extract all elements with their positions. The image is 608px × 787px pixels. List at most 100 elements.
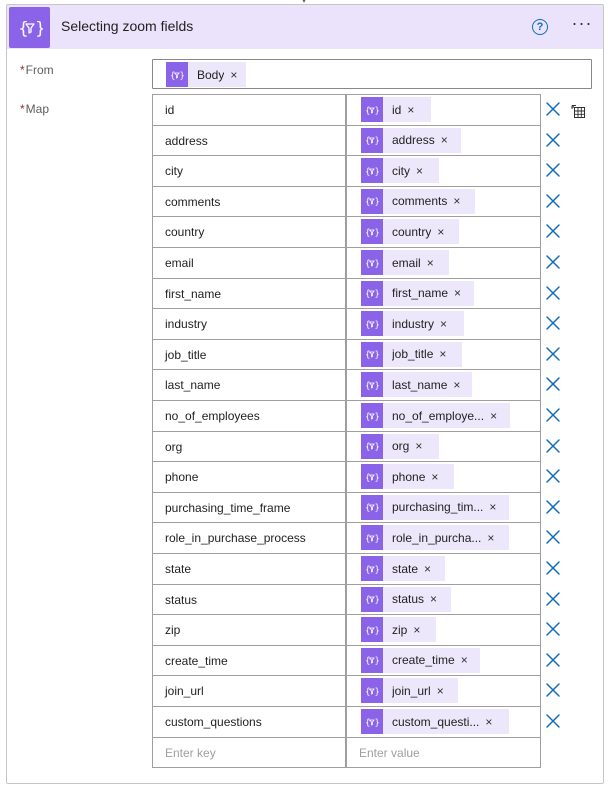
remove-token-icon[interactable]: × [485,715,492,729]
delete-row-icon[interactable] [544,161,562,179]
map-value-token[interactable]: {} custom_questi... × [361,709,509,734]
new-value-input[interactable]: Enter value [346,736,541,768]
map-value-input[interactable]: {} role_in_purcha... × [346,522,541,554]
map-value-token[interactable]: {} industry × [361,311,464,337]
map-value-token[interactable]: {} email × [361,250,449,275]
remove-token-icon[interactable]: × [454,286,461,300]
remove-token-icon[interactable]: × [437,225,444,239]
map-value-token[interactable]: {} id × [361,97,431,122]
remove-token-icon[interactable]: × [407,103,414,117]
delete-row-icon[interactable] [544,498,562,516]
map-value-token[interactable]: {} create_time × [361,647,480,673]
map-key-input[interactable]: job_title [152,338,346,370]
map-value-token[interactable]: {} job_title × [361,341,462,367]
map-value-input[interactable]: {} id × [346,94,541,125]
delete-row-icon[interactable] [544,375,562,393]
map-value-input[interactable]: {} comments × [346,185,541,217]
map-key-input[interactable]: address [152,124,346,156]
map-value-input[interactable]: {} job_title × [346,338,541,370]
map-value-token[interactable]: {} purchasing_tim... × [361,494,509,520]
remove-token-icon[interactable]: × [441,133,448,147]
map-value-input[interactable]: {} last_name × [346,369,541,401]
delete-row-icon[interactable] [544,559,562,577]
delete-row-icon[interactable] [544,345,562,363]
map-key-input[interactable]: join_url [152,675,346,707]
delete-row-icon[interactable] [544,467,562,485]
remove-token-icon[interactable]: × [431,470,438,484]
map-value-token[interactable]: {} org × [361,433,439,459]
remove-token-icon[interactable]: × [453,378,460,392]
map-key-input[interactable]: create_time [152,644,346,676]
delete-row-icon[interactable] [544,651,562,669]
map-key-input[interactable]: state [152,553,346,584]
action-title[interactable]: Selecting zoom fields [61,18,193,34]
map-value-token[interactable]: {} first_name × [361,280,474,306]
remove-token-icon[interactable]: × [489,500,496,514]
map-value-token[interactable]: {} phone × [361,464,454,490]
remove-token-icon[interactable]: × [453,194,460,208]
map-key-input[interactable]: phone [152,461,346,493]
map-value-token[interactable]: {} comments × [361,188,475,214]
map-key-input[interactable]: zip [152,614,346,646]
map-key-input[interactable]: role_in_purchase_process [152,522,346,554]
map-value-input[interactable]: {} address × [346,124,541,156]
map-value-token[interactable]: {} address × [361,127,461,153]
map-value-token[interactable]: {} state × [361,556,445,581]
remove-token-icon[interactable]: × [439,347,446,361]
map-value-token[interactable]: {} role_in_purcha... × [361,525,509,551]
remove-token-icon[interactable]: × [415,439,422,453]
map-value-token[interactable]: {} last_name × [361,372,472,398]
map-key-input[interactable]: no_of_employees [152,400,346,431]
delete-row-icon[interactable] [544,681,562,699]
switch-to-text-mode-icon[interactable] [571,104,587,120]
map-value-input[interactable]: {} country × [346,216,541,248]
help-icon[interactable]: ? [532,19,548,35]
map-key-input[interactable]: purchasing_time_frame [152,491,346,523]
remove-token-icon[interactable]: × [487,531,494,545]
map-key-input[interactable]: comments [152,185,346,217]
remove-token-icon[interactable]: × [413,623,420,637]
map-key-input[interactable]: last_name [152,369,346,401]
map-value-input[interactable]: {} phone × [346,461,541,493]
map-value-input[interactable]: {} join_url × [346,675,541,707]
remove-token-icon[interactable]: × [230,68,237,82]
map-key-input[interactable]: first_name [152,277,346,309]
map-key-input[interactable]: city [152,155,346,187]
delete-row-icon[interactable] [544,314,562,332]
remove-token-icon[interactable]: × [416,164,423,178]
map-key-input[interactable]: email [152,247,346,278]
delete-row-icon[interactable] [544,620,562,638]
map-key-input[interactable]: country [152,216,346,248]
action-header[interactable]: { } Selecting zoom fields ? ··· [7,5,603,49]
new-key-input[interactable]: Enter key [152,736,346,768]
delete-row-icon[interactable] [544,590,562,608]
from-token[interactable]: {} Body × [166,62,246,87]
map-value-input[interactable]: {} custom_questi... × [346,706,541,737]
map-value-token[interactable]: {} zip × [361,617,436,643]
delete-row-icon[interactable] [544,712,562,730]
remove-token-icon[interactable]: × [430,592,437,606]
delete-row-icon[interactable] [544,222,562,240]
map-key-input[interactable]: custom_questions [152,706,346,737]
delete-row-icon[interactable] [544,253,562,271]
remove-token-icon[interactable]: × [461,653,468,667]
delete-row-icon[interactable] [544,528,562,546]
map-value-input[interactable]: {} status × [346,583,541,615]
map-value-input[interactable]: {} create_time × [346,644,541,676]
map-value-token[interactable]: {} join_url × [361,678,458,704]
delete-row-icon[interactable] [544,406,562,424]
map-value-input[interactable]: {} city × [346,155,541,187]
map-key-input[interactable]: status [152,583,346,615]
map-key-input[interactable]: industry [152,308,346,340]
map-value-token[interactable]: {} city × [361,158,439,184]
remove-token-icon[interactable]: × [490,409,497,423]
more-options-icon[interactable]: ··· [570,14,594,35]
map-value-input[interactable]: {} first_name × [346,277,541,309]
map-value-input[interactable]: {} zip × [346,614,541,646]
delete-row-icon[interactable] [544,284,562,302]
from-input[interactable]: {} Body × [152,59,592,89]
map-value-token[interactable]: {} no_of_employe... × [361,403,510,428]
map-value-input[interactable]: {} state × [346,553,541,584]
map-value-input[interactable]: {} purchasing_tim... × [346,491,541,523]
remove-token-icon[interactable]: × [424,562,431,576]
